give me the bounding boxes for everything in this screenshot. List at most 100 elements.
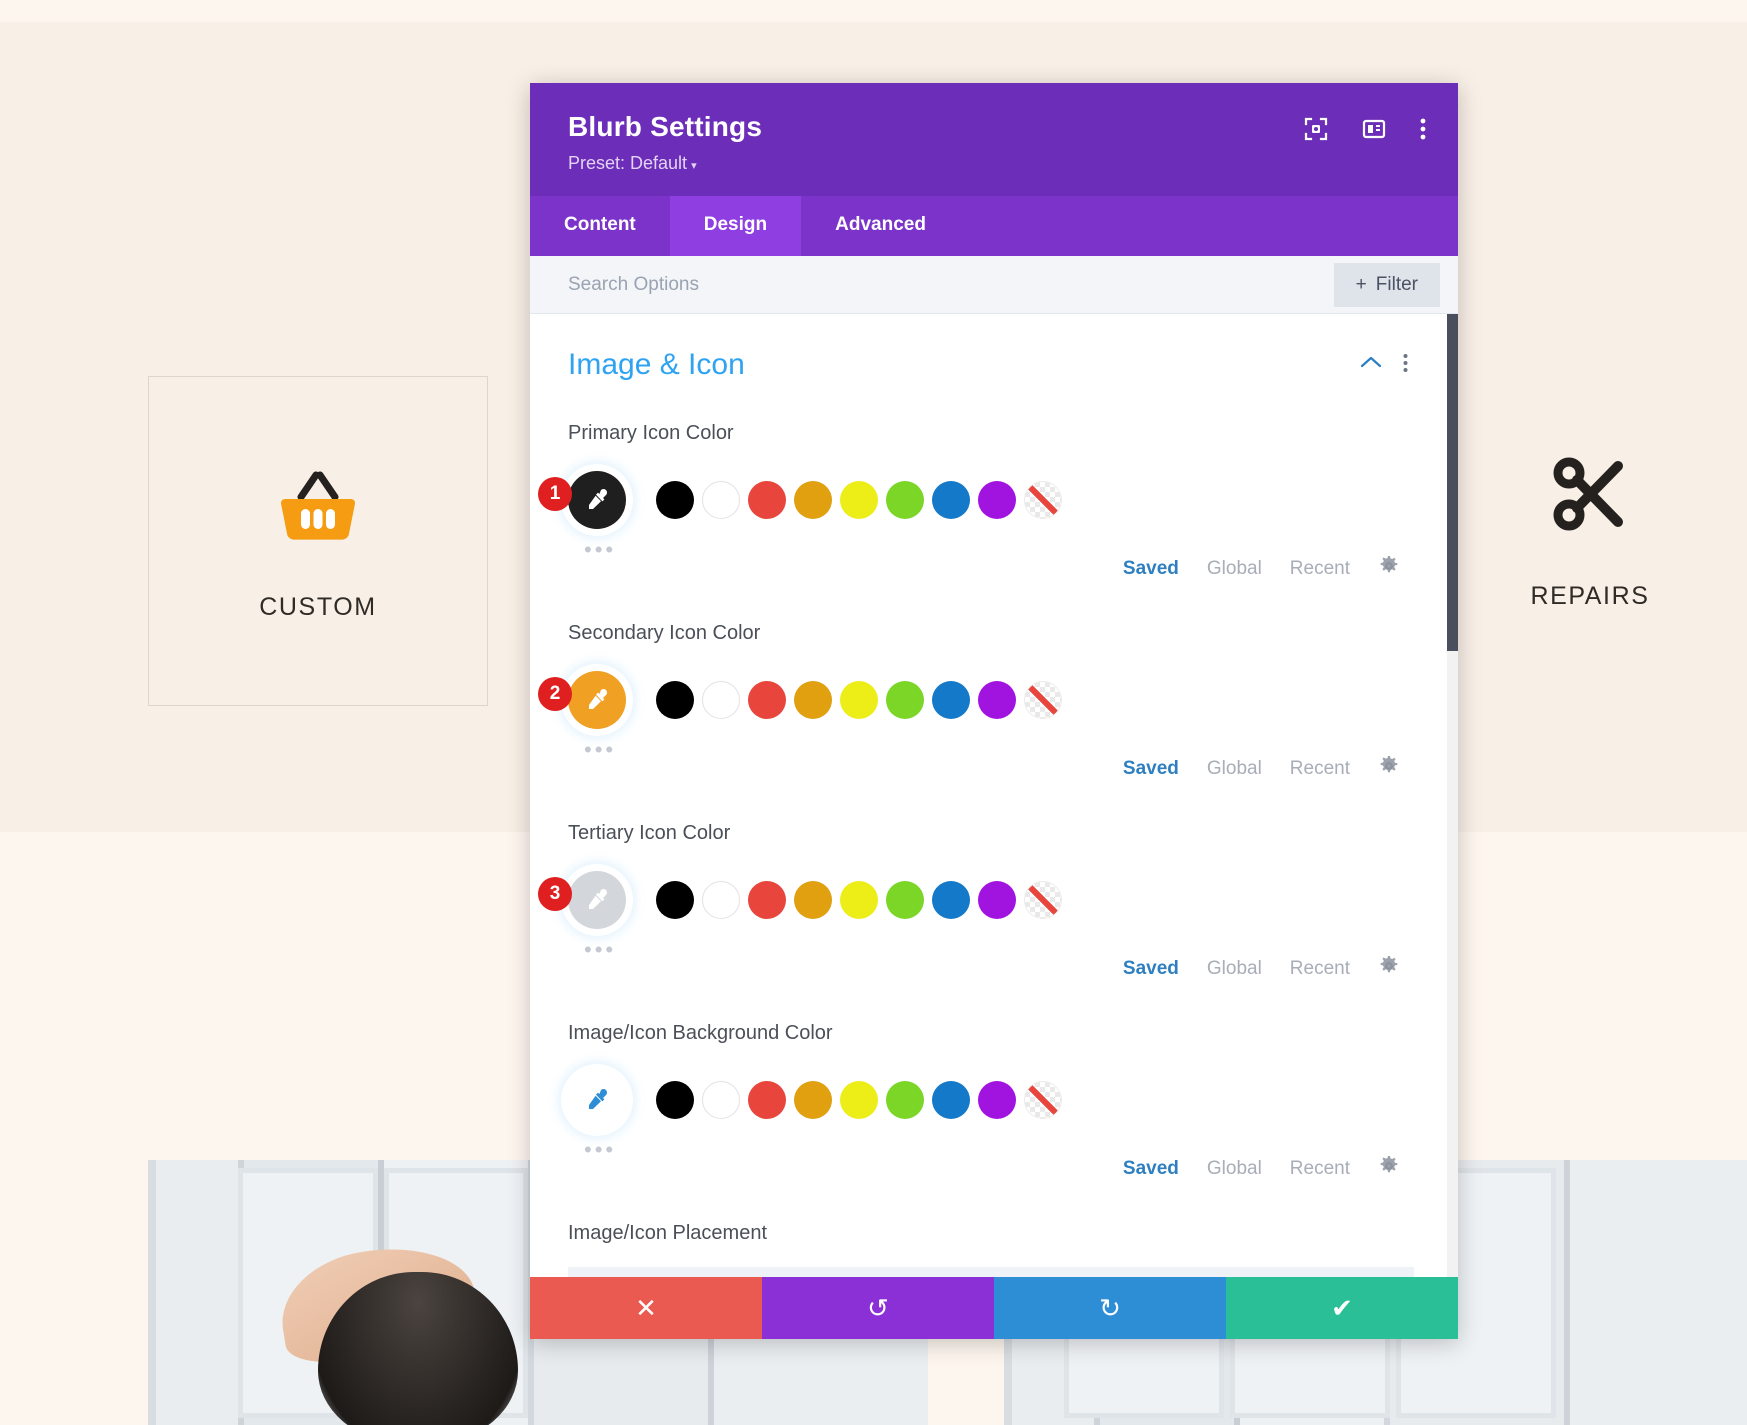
eyedropper-icon [589,1088,608,1109]
service-card-repairs[interactable]: REPAIRS [1430,400,1747,660]
modal-body: Image & Icon Primary Icon Color 1 ••• Sa… [530,314,1458,1339]
color-picker-current[interactable]: 3 [538,871,626,929]
swatch-transparent[interactable] [1024,481,1062,519]
color-meta-row: Saved Global Recent [568,755,1414,782]
field-label: Image/Icon Placement [568,1222,767,1244]
gear-icon[interactable] [1378,555,1400,582]
saved-colors-link[interactable]: Saved [1123,958,1179,980]
field-label: Secondary Icon Color [568,622,761,644]
tab-advanced[interactable]: Advanced [801,196,960,256]
modal-action-bar: ✕ ↺ ↻ ✔ [530,1277,1458,1339]
swatch-red[interactable] [748,1081,786,1119]
global-colors-link[interactable]: Global [1207,758,1262,780]
swatch-blue[interactable] [932,881,970,919]
swatch-orange[interactable] [794,481,832,519]
modal-scrollbar-track[interactable] [1447,314,1458,1339]
swatch-red[interactable] [748,481,786,519]
swatch-yellow[interactable] [840,681,878,719]
field-primary-icon-color: Primary Icon Color 1 ••• Saved Global Re… [538,422,1414,582]
gear-icon[interactable] [1378,955,1400,982]
swatch-red[interactable] [748,681,786,719]
background-band-top [0,0,1747,22]
cancel-button[interactable]: ✕ [530,1277,762,1339]
saved-colors-link[interactable]: Saved [1123,758,1179,780]
eyedropper-icon [589,488,608,509]
color-picker-current[interactable]: 2 [538,671,626,729]
recent-colors-link[interactable]: Recent [1290,958,1350,980]
color-swatch-row: 2 [538,667,1414,733]
modal-header-icons [1304,117,1426,141]
swatch-green[interactable] [886,881,924,919]
tab-design[interactable]: Design [669,196,802,256]
swatch-white[interactable] [702,1081,740,1119]
gear-icon[interactable] [1378,755,1400,782]
color-swatch-row: 3 [538,867,1414,933]
eyedropper-icon [589,688,608,709]
color-picker-current[interactable] [568,1071,626,1129]
field-order-badge: 3 [538,877,572,911]
swatch-purple[interactable] [978,481,1016,519]
recent-colors-link[interactable]: Recent [1290,1158,1350,1180]
swatch-yellow[interactable] [840,881,878,919]
swatch-yellow[interactable] [840,481,878,519]
swatch-transparent[interactable] [1024,681,1062,719]
field-secondary-icon-color: Secondary Icon Color 2 ••• Saved Global … [538,622,1414,782]
color-meta-row: Saved Global Recent [568,555,1414,582]
kebab-menu-icon[interactable] [1420,117,1426,141]
swatch-white[interactable] [702,681,740,719]
panel-layout-icon[interactable] [1362,117,1386,141]
swatch-transparent[interactable] [1024,881,1062,919]
service-card-custom[interactable]: CUSTOM [148,376,488,706]
undo-button[interactable]: ↺ [762,1277,994,1339]
search-bar: + Filter [530,256,1458,314]
section-title: Image & Icon [568,348,745,381]
swatch-purple[interactable] [978,1081,1016,1119]
swatch-orange[interactable] [794,681,832,719]
section-header-image-icon: Image & Icon [568,348,1414,382]
color-picker-current[interactable]: 1 [538,471,626,529]
swatch-blue[interactable] [932,481,970,519]
recent-colors-link[interactable]: Recent [1290,558,1350,580]
field-label: Image/Icon Background Color [568,1022,833,1044]
swatch-yellow[interactable] [840,1081,878,1119]
service-card-label: REPAIRS [1530,581,1650,610]
section-kebab-menu-icon[interactable] [1403,353,1408,378]
redo-button[interactable]: ↻ [994,1277,1226,1339]
recent-colors-link[interactable]: Recent [1290,758,1350,780]
swatch-white[interactable] [702,481,740,519]
global-colors-link[interactable]: Global [1207,1158,1262,1180]
field-order-badge: 1 [538,477,572,511]
swatch-orange[interactable] [794,1081,832,1119]
swatch-blue[interactable] [932,1081,970,1119]
swatch-blue[interactable] [932,681,970,719]
swatch-green[interactable] [886,481,924,519]
swatch-orange[interactable] [794,881,832,919]
preset-selector[interactable]: Preset: Default ▾ [568,153,1424,174]
swatch-red[interactable] [748,881,786,919]
color-meta-row: Saved Global Recent [568,955,1414,982]
swatch-purple[interactable] [978,681,1016,719]
modal-scrollbar-thumb[interactable] [1447,314,1458,651]
saved-colors-link[interactable]: Saved [1123,1158,1179,1180]
search-input[interactable] [568,273,1128,296]
swatch-black[interactable] [656,881,694,919]
swatch-black[interactable] [656,681,694,719]
save-button[interactable]: ✔ [1226,1277,1458,1339]
swatch-white[interactable] [702,881,740,919]
saved-colors-link[interactable]: Saved [1123,558,1179,580]
field-image-icon-background-color: Image/Icon Background Color ••• Saved Gl… [568,1022,1414,1182]
gear-icon[interactable] [1378,1155,1400,1182]
chevron-up-icon[interactable] [1359,355,1383,376]
filter-button[interactable]: + Filter [1333,262,1440,307]
swatch-purple[interactable] [978,881,1016,919]
eyedropper-icon [589,888,608,909]
swatch-green[interactable] [886,1081,924,1119]
swatch-green[interactable] [886,681,924,719]
global-colors-link[interactable]: Global [1207,558,1262,580]
swatch-black[interactable] [656,481,694,519]
swatch-transparent[interactable] [1024,1081,1062,1119]
global-colors-link[interactable]: Global [1207,958,1262,980]
focus-frame-icon[interactable] [1304,117,1328,141]
swatch-black[interactable] [656,1081,694,1119]
tab-content[interactable]: Content [530,196,670,256]
